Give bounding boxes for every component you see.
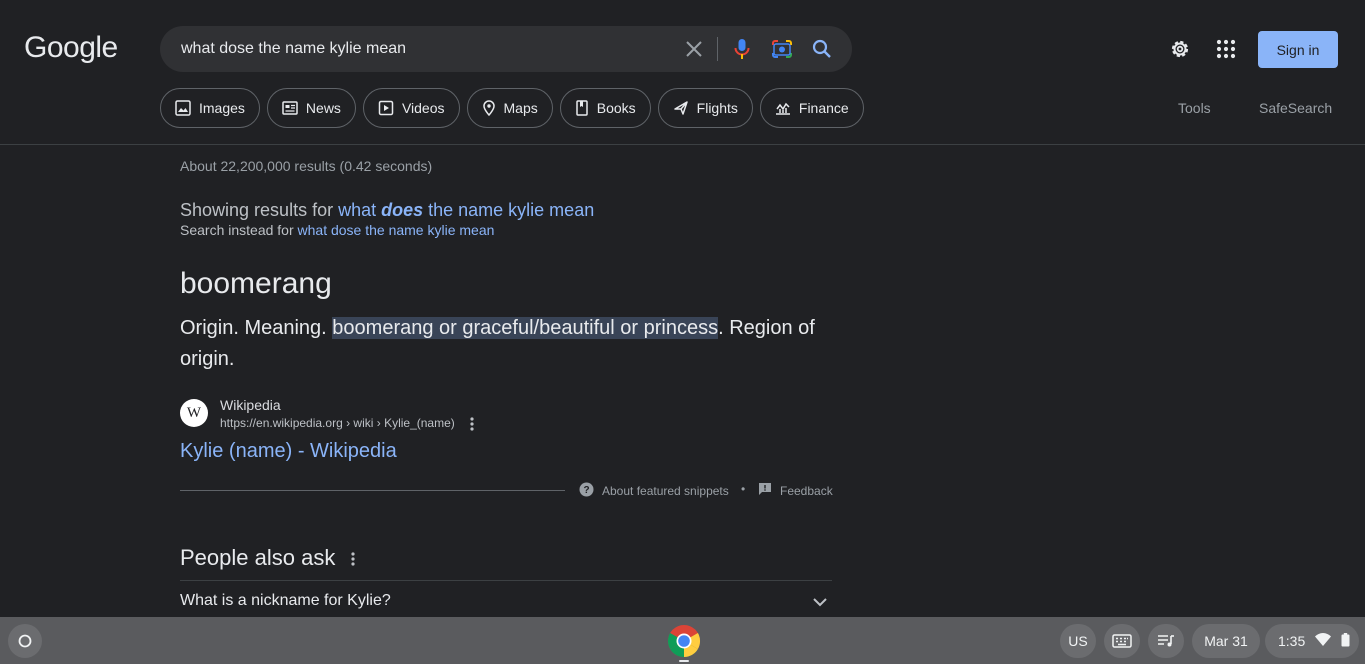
result-title-link[interactable]: Kylie (name) - Wikipedia [180, 440, 397, 463]
os-taskbar: US Mar 31 1:35 [0, 617, 1365, 664]
feedback-link[interactable]: Feedback [758, 482, 833, 499]
chrome-icon[interactable] [667, 624, 701, 658]
snippet-text: Origin. Meaning. [180, 317, 333, 339]
corrected-part: the name kylie mean [423, 200, 595, 220]
chip-label: Finance [798, 100, 849, 116]
apps-grid-icon[interactable] [1214, 37, 1238, 61]
input-language-indicator[interactable]: US [1060, 624, 1096, 658]
chip-news[interactable]: News [266, 88, 356, 128]
searchbox-divider [717, 37, 718, 61]
chip-finance[interactable]: Finance [759, 88, 864, 128]
source-name[interactable]: Wikipedia [220, 397, 281, 413]
feedback-label: Feedback [780, 483, 833, 498]
chip-label: Flights [696, 100, 738, 116]
video-icon [378, 100, 394, 116]
search-results-page: Google what dose the name kylie mean Sig… [0, 0, 1365, 617]
clear-icon[interactable] [682, 37, 706, 61]
search-filter-chips: Images News Videos Maps Books Flights Fi… [160, 88, 864, 128]
snippet-highlight: boomerang or graceful/beautiful or princ… [332, 317, 719, 339]
map-pin-icon [482, 100, 496, 116]
spelling-correction: Showing results for what does the name k… [180, 200, 594, 221]
chip-images[interactable]: Images [160, 88, 260, 128]
more-options-icon[interactable] [347, 551, 359, 567]
wikipedia-favicon-icon: W [180, 399, 208, 427]
header-divider [0, 144, 1365, 145]
chevron-down-icon[interactable] [810, 592, 830, 612]
help-icon: ? [579, 482, 594, 500]
chip-label: Videos [401, 100, 445, 116]
chip-label: Books [596, 100, 636, 116]
media-controls-icon[interactable] [1148, 624, 1184, 658]
book-icon [575, 100, 589, 116]
paa-divider [180, 580, 832, 581]
finance-icon [775, 100, 791, 116]
corrected-part: what [338, 200, 382, 220]
camera-lens-icon[interactable] [770, 37, 794, 61]
date-display[interactable]: Mar 31 [1192, 624, 1260, 658]
clock-time: 1:35 [1278, 633, 1306, 649]
google-logo[interactable]: Google [24, 31, 118, 65]
settings-gear-icon[interactable] [1168, 37, 1192, 61]
sign-in-button[interactable]: Sign in [1258, 31, 1338, 68]
microphone-icon[interactable] [730, 37, 754, 61]
chip-label: Maps [503, 100, 538, 116]
more-options-icon[interactable] [466, 416, 478, 432]
result-stats: About 22,200,000 results (0.42 seconds) [180, 158, 433, 174]
news-icon [282, 100, 298, 116]
search-box[interactable]: what dose the name kylie mean [160, 26, 852, 72]
original-query-link[interactable]: what dose the name kylie mean [298, 222, 495, 238]
plane-icon [673, 100, 689, 116]
about-featured-snippets-link[interactable]: ? About featured snippets [579, 482, 729, 500]
launcher-button[interactable] [8, 624, 42, 658]
people-also-ask-heading: People also ask [180, 545, 336, 570]
featured-answer-title: boomerang [180, 267, 332, 300]
chip-books[interactable]: Books [559, 88, 651, 128]
separator-dot: • [741, 482, 746, 496]
tools-button[interactable]: Tools [1178, 100, 1211, 116]
active-app-indicator [679, 660, 689, 662]
keyboard-icon[interactable] [1104, 624, 1140, 658]
chip-flights[interactable]: Flights [657, 88, 753, 128]
search-icon[interactable] [810, 37, 834, 61]
safesearch-button[interactable]: SafeSearch [1259, 100, 1332, 116]
snippet-divider [180, 490, 565, 491]
chip-label: Images [199, 100, 245, 116]
instead-prefix: Search instead for [180, 222, 298, 238]
showing-prefix: Showing results for [180, 200, 339, 220]
feedback-icon [758, 482, 772, 499]
corrected-query-link[interactable]: what does the name kylie mean [338, 200, 594, 220]
featured-snippet-text: Origin. Meaning. boomerang or graceful/b… [180, 313, 820, 375]
status-tray[interactable]: 1:35 [1265, 624, 1359, 658]
battery-icon [1341, 632, 1350, 650]
search-instead: Search instead for what dose the name ky… [180, 222, 494, 238]
wifi-icon [1315, 633, 1332, 649]
paa-question[interactable]: What is a nickname for Kylie? [180, 592, 391, 610]
image-icon [175, 100, 191, 116]
chip-maps[interactable]: Maps [466, 88, 553, 128]
about-label: About featured snippets [602, 484, 729, 498]
corrected-word: does [381, 200, 424, 220]
source-url[interactable]: https://en.wikipedia.org › wiki › Kylie_… [220, 416, 455, 430]
chip-videos[interactable]: Videos [362, 88, 460, 128]
search-input[interactable]: what dose the name kylie mean [181, 40, 406, 58]
chip-label: News [305, 100, 341, 116]
svg-text:?: ? [583, 485, 589, 496]
